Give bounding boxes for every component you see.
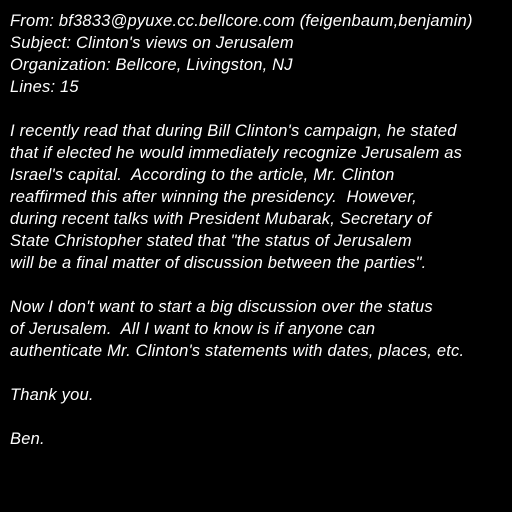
signature: Ben.	[10, 430, 45, 448]
subject-header: Subject: Clinton's views on Jerusalem	[10, 34, 294, 52]
body-line: that if elected he would immediately rec…	[10, 144, 463, 162]
body-line: authenticate Mr. Clinton's statements wi…	[10, 342, 465, 360]
body-line: Israel's capital. According to the artic…	[10, 166, 395, 184]
body-line: State Christopher stated that "the statu…	[10, 232, 412, 250]
body-line: reaffirmed this after winning the presid…	[10, 188, 417, 206]
email-document: From: bf3833@pyuxe.cc.bellcore.com (feig…	[10, 10, 512, 450]
from-header: From: bf3833@pyuxe.cc.bellcore.com (feig…	[10, 12, 473, 30]
body-line: of Jerusalem. All I want to know is if a…	[10, 320, 376, 338]
closing-line: Thank you.	[10, 386, 94, 404]
body-line: during recent talks with President Mubar…	[10, 210, 432, 228]
lines-header: Lines: 15	[10, 78, 79, 96]
body-line: Now I don't want to start a big discussi…	[10, 298, 433, 316]
body-line: will be a final matter of discussion bet…	[10, 254, 427, 272]
organization-header: Organization: Bellcore, Livingston, NJ	[10, 56, 293, 74]
body-line: I recently read that during Bill Clinton…	[10, 122, 457, 140]
